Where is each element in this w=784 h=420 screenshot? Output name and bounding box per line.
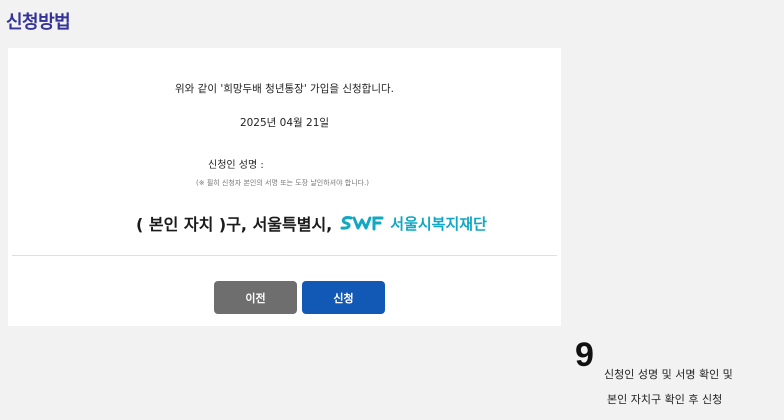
district-text: ( 본인 자치 )구, 서울특별시, xyxy=(136,215,333,234)
application-date: 2025년 04월 21일 xyxy=(239,117,330,129)
signature-note: (※ 필히 신청자 본인의 서명 또는 도장 날인하셔야 합니다.) xyxy=(196,179,370,187)
step-number: 9 xyxy=(575,336,594,374)
logo-text: 서울시복지재단 xyxy=(390,214,487,233)
step-description-line1: 신청인 성명 및 서명 확인 및 xyxy=(604,368,733,381)
prev-button[interactable]: 이전 xyxy=(214,281,297,314)
page-title: 신청방법 xyxy=(6,12,71,33)
district-signature-line: ( 본인 자치 )구, 서울특별시, 서울시복지재단 xyxy=(136,211,487,235)
seoul-welfare-foundation-logo: 서울시복지재단 xyxy=(340,213,487,234)
application-form-panel: 위와 같이 '희망두배 청년통장' 가입을 신청합니다. 2025년 04월 2… xyxy=(8,48,561,326)
step-description: 신청인 성명 및 서명 확인 및 본인 자치구 확인 후 신청 xyxy=(604,362,733,412)
form-content: 위와 같이 '희망두배 청년통장' 가입을 신청합니다. 2025년 04월 2… xyxy=(12,52,557,256)
swf-logo-icon xyxy=(340,214,384,232)
application-statement: 위와 같이 '희망두배 청년통장' 가입을 신청합니다. xyxy=(175,83,394,95)
submit-button[interactable]: 신청 xyxy=(302,281,385,314)
applicant-name-label: 신청인 성명 : xyxy=(208,160,264,171)
step-description-line2: 본인 자치구 확인 후 신청 xyxy=(607,393,723,406)
